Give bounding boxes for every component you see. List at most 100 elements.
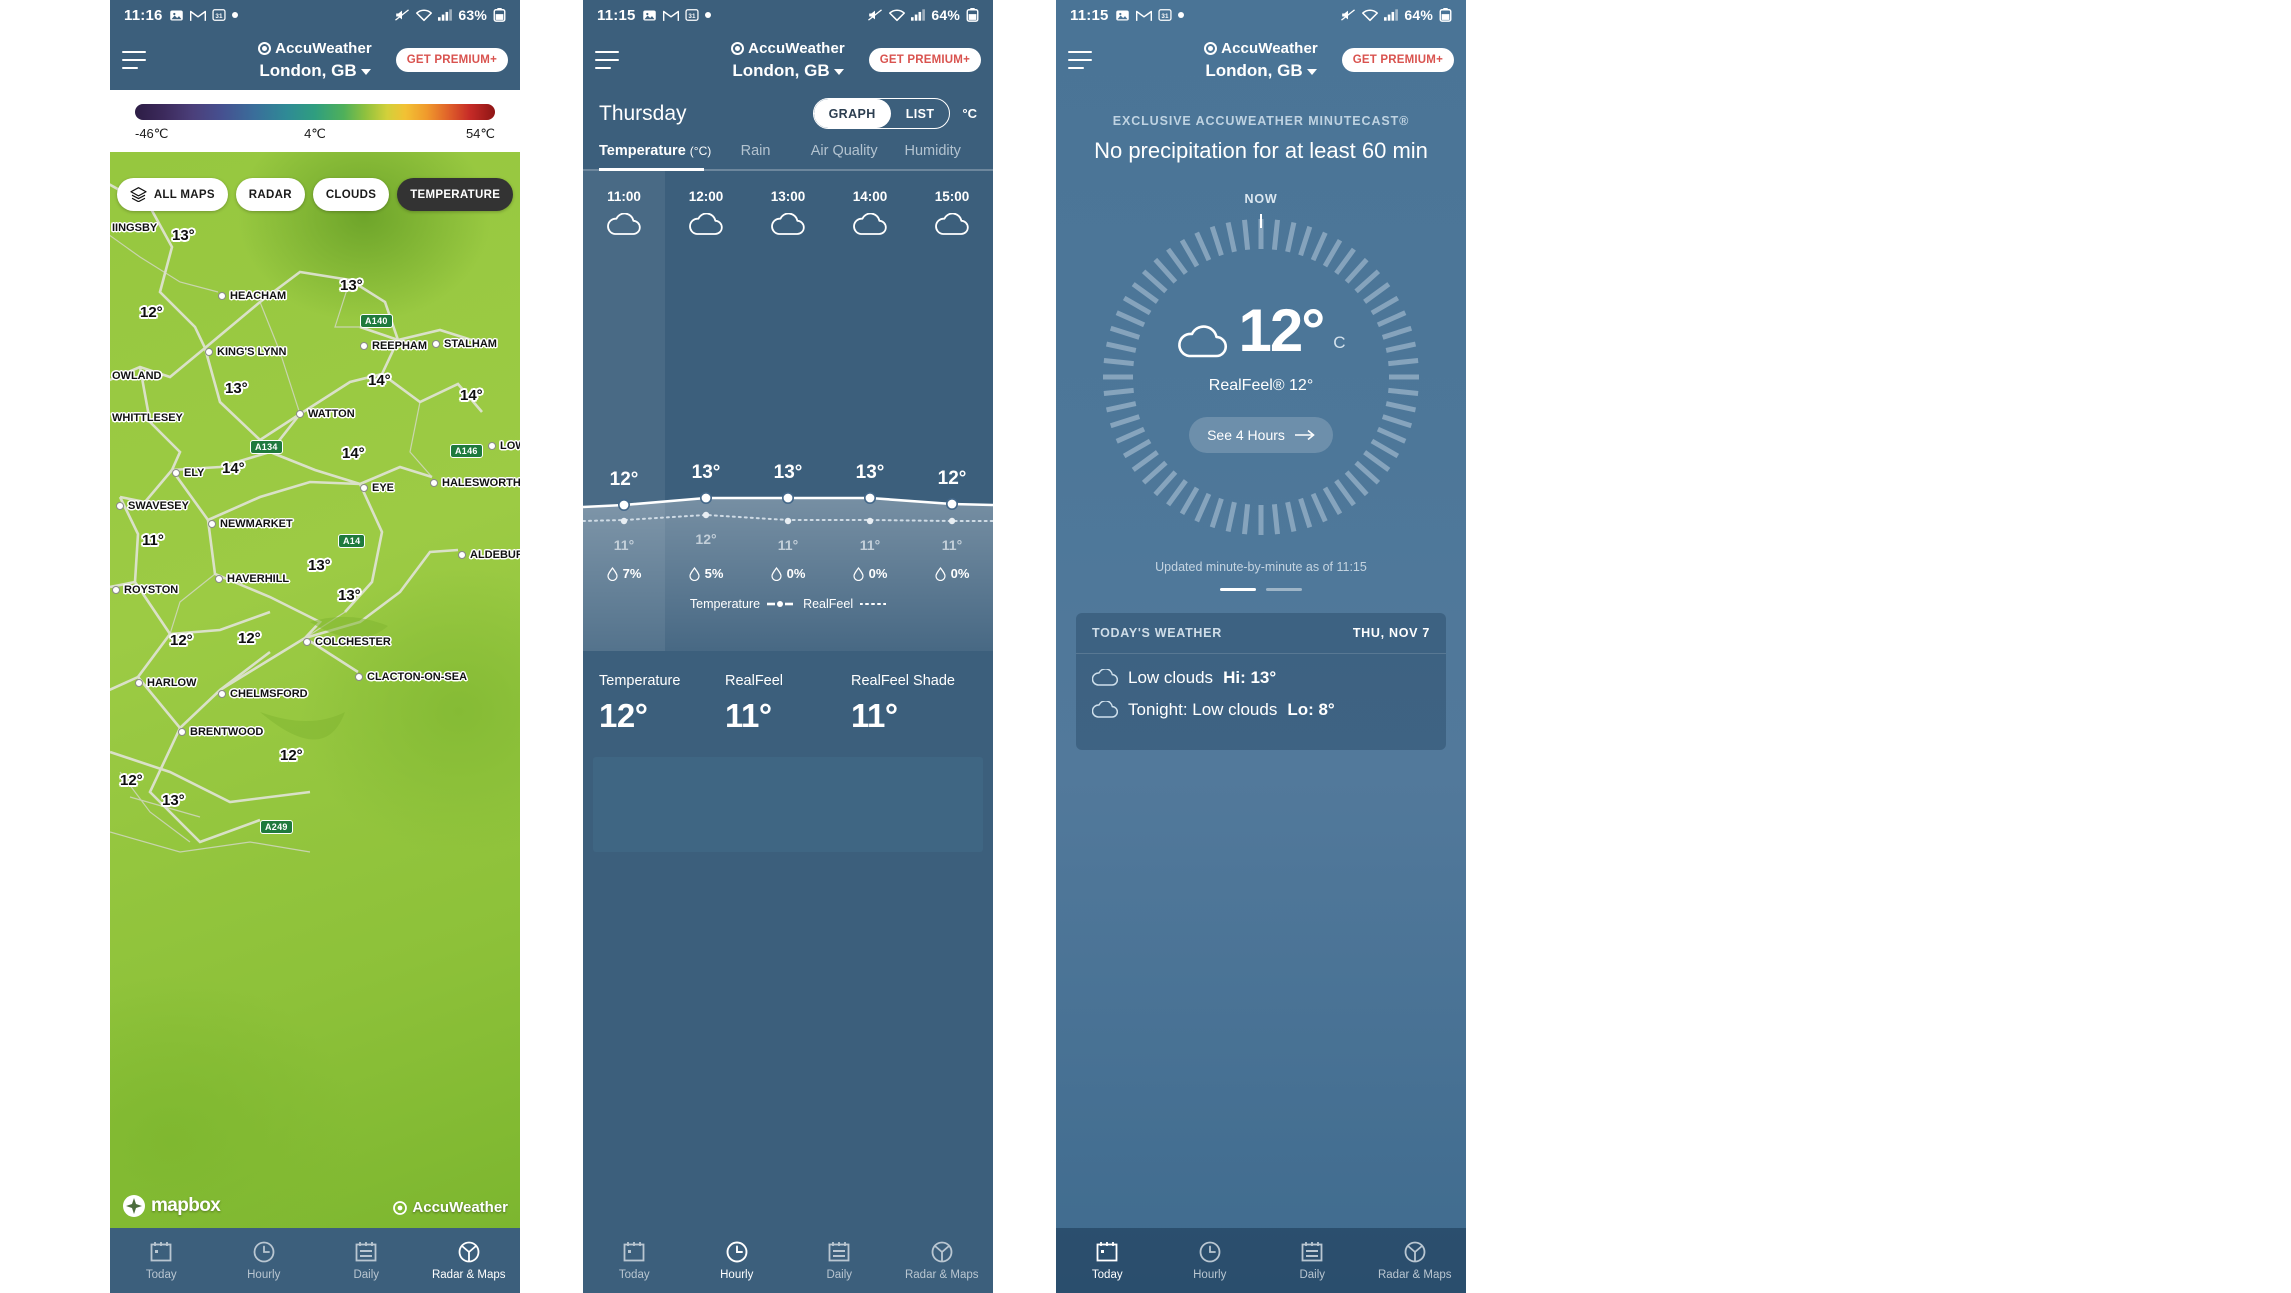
map-place-name: HEACHAM bbox=[230, 290, 287, 302]
bottom-navigation: Today Hourly Daily Radar & Maps bbox=[110, 1228, 520, 1293]
map-place-name: IINGSBY bbox=[112, 222, 158, 234]
unit-label[interactable]: °C bbox=[962, 106, 977, 121]
hour-column[interactable]: 12:00 13° 12° 5% bbox=[665, 171, 747, 651]
nav-today[interactable]: Today bbox=[110, 1240, 213, 1281]
forecast-text: Low clouds bbox=[1128, 668, 1214, 687]
calendar-icon: 31 bbox=[211, 8, 226, 22]
dial-center: 12° C RealFeel® 12° See 4 Hours bbox=[1096, 212, 1426, 542]
summary-row: Temperature 12° RealFeel 11° RealFeel Sh… bbox=[583, 651, 993, 735]
hour-realfeel: 11° bbox=[613, 537, 635, 553]
nav-daily[interactable]: Daily bbox=[788, 1240, 891, 1281]
chip-all-maps[interactable]: ALL MAPS bbox=[116, 178, 228, 211]
map-temperature-label: 13° bbox=[338, 587, 361, 604]
mapbox-attribution[interactable]: mapbox bbox=[122, 1194, 221, 1218]
tab-rain[interactable]: Rain bbox=[711, 143, 800, 169]
status-time: 11:16 bbox=[124, 6, 163, 24]
radar-map[interactable]: ALL MAPS RADAR CLOUDS TEMPERATURE IINGSB… bbox=[110, 152, 520, 1228]
chip-clouds[interactable]: CLOUDS bbox=[312, 178, 390, 211]
battery-percent: 64% bbox=[1404, 7, 1433, 23]
map-place-dot-icon bbox=[458, 551, 466, 559]
map-place-dot-icon bbox=[116, 502, 124, 510]
get-premium-button[interactable]: GET PREMIUM+ bbox=[1341, 48, 1454, 72]
map-place-label: NEWMARKET bbox=[208, 518, 293, 530]
hour-column[interactable]: 14:00 13° 11° 0% bbox=[829, 171, 911, 651]
signal-icon bbox=[1384, 9, 1399, 21]
status-time: 11:15 bbox=[597, 6, 636, 24]
menu-button[interactable] bbox=[595, 51, 621, 69]
todays-weather-card[interactable]: TODAY'S WEATHER THU, NOV 7 Low clouds Hi… bbox=[1076, 613, 1446, 750]
nav-hourly[interactable]: Hourly bbox=[1159, 1240, 1262, 1281]
hour-temperature: 13° bbox=[773, 462, 803, 483]
map-road-shield: A146 bbox=[450, 444, 483, 458]
current-temperature: 12° bbox=[1238, 297, 1325, 364]
legend-dotted-swatch bbox=[860, 603, 887, 605]
hour-realfeel: 11° bbox=[859, 537, 881, 553]
map-place-name: ALDEBURGH bbox=[470, 549, 520, 561]
chip-radar[interactable]: RADAR bbox=[235, 178, 305, 211]
nav-daily[interactable]: Daily bbox=[1261, 1240, 1364, 1281]
nav-label: Radar & Maps bbox=[904, 1269, 979, 1281]
hour-realfeel: 12° bbox=[695, 531, 717, 547]
hourly-temperature-chart[interactable]: 11:00 12° 11° 7% 12:00 13° 12° 5% 13:00 13° 11° 0% 1… bbox=[583, 171, 993, 651]
toggle-list[interactable]: LIST bbox=[891, 99, 950, 128]
menu-button[interactable] bbox=[122, 51, 148, 69]
phone-panel-today: 11:15 31 64% AccuWeather London, GB GET … bbox=[1056, 0, 1466, 1293]
mapbox-logo-icon bbox=[123, 1195, 145, 1217]
map-place-dot-icon bbox=[303, 638, 311, 646]
minutecast-kicker: EXCLUSIVE ACCUWEATHER MINUTECAST® bbox=[1112, 114, 1410, 128]
droplet-icon bbox=[852, 566, 864, 581]
nav-today[interactable]: Today bbox=[583, 1240, 686, 1281]
get-premium-button[interactable]: GET PREMIUM+ bbox=[868, 48, 981, 72]
get-premium-button[interactable]: GET PREMIUM+ bbox=[395, 48, 508, 72]
nav-today[interactable]: Today bbox=[1056, 1240, 1159, 1281]
chip-temperature[interactable]: TEMPERATURE bbox=[397, 178, 514, 211]
nav-label: Hourly bbox=[720, 1269, 754, 1281]
tab-air-quality[interactable]: Air Quality bbox=[800, 143, 889, 169]
droplet-icon bbox=[770, 566, 782, 581]
legend-realfeel-label: RealFeel bbox=[803, 597, 854, 611]
nav-label: Daily bbox=[826, 1269, 853, 1281]
hour-column[interactable]: 11:00 12° 11° 7% bbox=[583, 171, 665, 651]
minutecast-header: EXCLUSIVE ACCUWEATHER MINUTECAST® No pre… bbox=[1056, 90, 1466, 164]
view-toggle[interactable]: GRAPH LIST bbox=[812, 98, 951, 129]
hour-temperature: 12° bbox=[609, 469, 639, 490]
nav-hourly[interactable]: Hourly bbox=[213, 1240, 316, 1281]
map-place-name: WATTON bbox=[308, 408, 355, 420]
map-place-label: HEACHAM bbox=[218, 290, 286, 302]
nav-radar-maps[interactable]: Radar & Maps bbox=[891, 1240, 994, 1281]
menu-button[interactable] bbox=[1068, 51, 1094, 69]
hour-realfeel: 11° bbox=[777, 537, 799, 553]
page-indicator[interactable] bbox=[1056, 588, 1466, 591]
minutecast-dial[interactable]: 12° C RealFeel® 12° See 4 Hours bbox=[1096, 212, 1426, 542]
map-temperature-label: 12° bbox=[120, 772, 143, 789]
page-dot[interactable] bbox=[1266, 588, 1302, 591]
see-hours-label: See 4 Hours bbox=[1207, 427, 1285, 443]
map-place-label: CHELMSFORD bbox=[218, 688, 308, 700]
map-place-label: ALDEBURGH bbox=[458, 549, 520, 561]
tab-humidity[interactable]: Humidity bbox=[888, 143, 977, 169]
forecast-row-night: Tonight: Low clouds Lo: 8° bbox=[1092, 700, 1430, 720]
legend-max: 54℃ bbox=[465, 126, 495, 141]
precip-value: 0% bbox=[868, 566, 888, 581]
page-dot-active[interactable] bbox=[1220, 588, 1256, 591]
radar-icon bbox=[1404, 1241, 1426, 1263]
map-place-label: LOWE bbox=[488, 440, 520, 452]
status-bar: 11:16 31 63% bbox=[110, 0, 520, 30]
toggle-graph[interactable]: GRAPH bbox=[813, 99, 891, 128]
nav-radar-maps[interactable]: Radar & Maps bbox=[1364, 1240, 1467, 1281]
map-place-dot-icon bbox=[218, 292, 226, 300]
mapbox-label: mapbox bbox=[151, 1195, 221, 1216]
see-4-hours-button[interactable]: See 4 Hours bbox=[1189, 417, 1333, 453]
calendar-icon bbox=[828, 1242, 850, 1262]
droplet-icon bbox=[688, 566, 700, 581]
hour-column[interactable]: 15:00 12° 11° 0% bbox=[911, 171, 993, 651]
nav-hourly[interactable]: Hourly bbox=[686, 1240, 789, 1281]
tab-temperature[interactable]: Temperature (°C) bbox=[599, 143, 711, 169]
precip-value: 0% bbox=[786, 566, 806, 581]
nav-daily[interactable]: Daily bbox=[315, 1240, 418, 1281]
hour-column[interactable]: 13:00 13° 11° 0% bbox=[747, 171, 829, 651]
nav-label: Daily bbox=[353, 1269, 380, 1281]
battery-icon bbox=[493, 8, 506, 22]
nav-radar-maps[interactable]: Radar & Maps bbox=[418, 1240, 521, 1281]
day-name: Thursday bbox=[599, 101, 687, 125]
